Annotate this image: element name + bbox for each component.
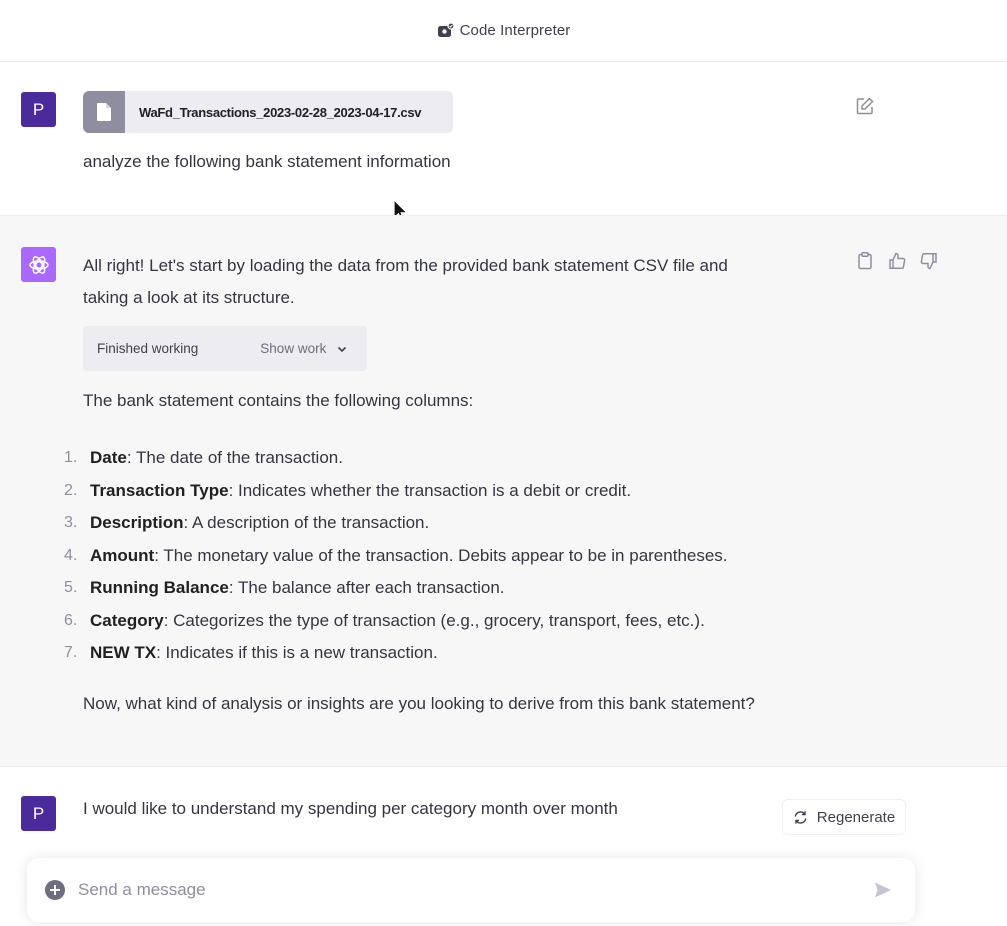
attach-plus-icon[interactable] [44,879,66,901]
column-name: NEW TX [90,643,157,663]
column-description: : The balance after each transaction. [228,578,505,598]
send-icon[interactable] [873,880,893,900]
columns-list: 1. Date: The date of the transaction. 2. T… [64,442,728,670]
message-composer [27,858,915,922]
list-item: 4. Amount: The monetary value of the tran… [64,540,728,573]
user-avatar: P [21,92,56,127]
list-item: 1. Date: The date of the transaction. [64,442,728,475]
user-message-text: analyze the following bank statement inf… [83,152,451,171]
refresh-icon [793,810,808,825]
assistant-intro: All right! Let's start by loading the da… [83,250,823,314]
file-attachment[interactable]: WaFd_Transactions_2023-02-28_2023-04-17.… [83,91,453,133]
user-message: P WaFd_Transactions_2023-02-28_2023-04-1… [0,63,1007,222]
column-name: Running Balance [90,578,229,598]
column-description: : A description of the transaction. [183,513,430,533]
file-icon [83,91,125,133]
assistant-intro-line-2: taking a look at its structure. [83,288,295,307]
assistant-intro-line-1: All right! Let's start by loading the da… [83,256,728,275]
list-number: 3. [64,514,78,532]
column-description: : Categorizes the type of transaction (e… [163,610,705,630]
working-status-box: Finished working Show work [83,326,367,371]
column-name: Category [90,610,164,630]
list-item: 7. NEW TX: Indicates if this is a new tra… [64,637,728,670]
user-message-text: I would like to understand my spending p… [83,799,618,818]
column-description: : Indicates if this is a new transaction… [156,643,438,663]
file-name: WaFd_Transactions_2023-02-28_2023-04-17.… [139,104,422,120]
list-item: 5. Running Balance: The balance after eac… [64,572,728,605]
list-number: 2. [64,481,78,499]
column-description: : The date of the transaction. [126,448,343,468]
show-work-label: Show work [260,341,327,356]
assistant-avatar [21,247,56,282]
list-item: 2. Transaction Type: Indicates whether th… [64,475,728,508]
avatar-letter: P [32,99,45,119]
column-description: : The monetary value of the transaction.… [154,545,728,565]
user-avatar: P [21,796,56,831]
column-name: Transaction Type [90,480,229,500]
thumbs-down-icon[interactable] [919,251,939,271]
top-bar: Code Interpreter [0,0,1007,62]
assistant-message: All right! Let's start by loading the da… [0,215,1007,767]
assistant-closing-question: Now, what kind of analysis or insights a… [83,694,755,713]
message-actions [855,251,939,271]
column-name: Date [90,448,127,468]
column-name: Description [90,513,184,533]
chevron-down-icon [336,343,348,355]
thumbs-up-icon[interactable] [887,251,907,271]
working-status-text: Finished working [97,341,199,356]
list-item: 3. Description: A description of the tran… [64,507,728,540]
regenerate-label: Regenerate [816,808,896,826]
list-number: 6. [64,611,78,629]
list-number: 4. [64,546,78,564]
clipboard-icon[interactable] [855,251,875,271]
list-number: 5. [64,579,78,597]
show-work-button[interactable]: Show work [260,341,348,356]
regenerate-button[interactable]: Regenerate [782,799,906,835]
avatar-letter: P [32,803,45,823]
column-name: Amount [90,545,155,565]
list-number: 7. [64,644,78,662]
columns-intro: The bank statement contains the followin… [83,391,474,410]
model-title[interactable]: Code Interpreter [460,22,571,39]
code-interpreter-icon [437,21,455,40]
column-description: : Indicates whether the transaction is a… [228,480,632,500]
list-item: 6. Category: Categorizes the type of tran… [64,605,728,638]
message-input[interactable] [78,880,838,900]
list-number: 1. [64,449,78,467]
edit-icon[interactable] [855,96,875,116]
openai-logo-icon [28,255,49,274]
